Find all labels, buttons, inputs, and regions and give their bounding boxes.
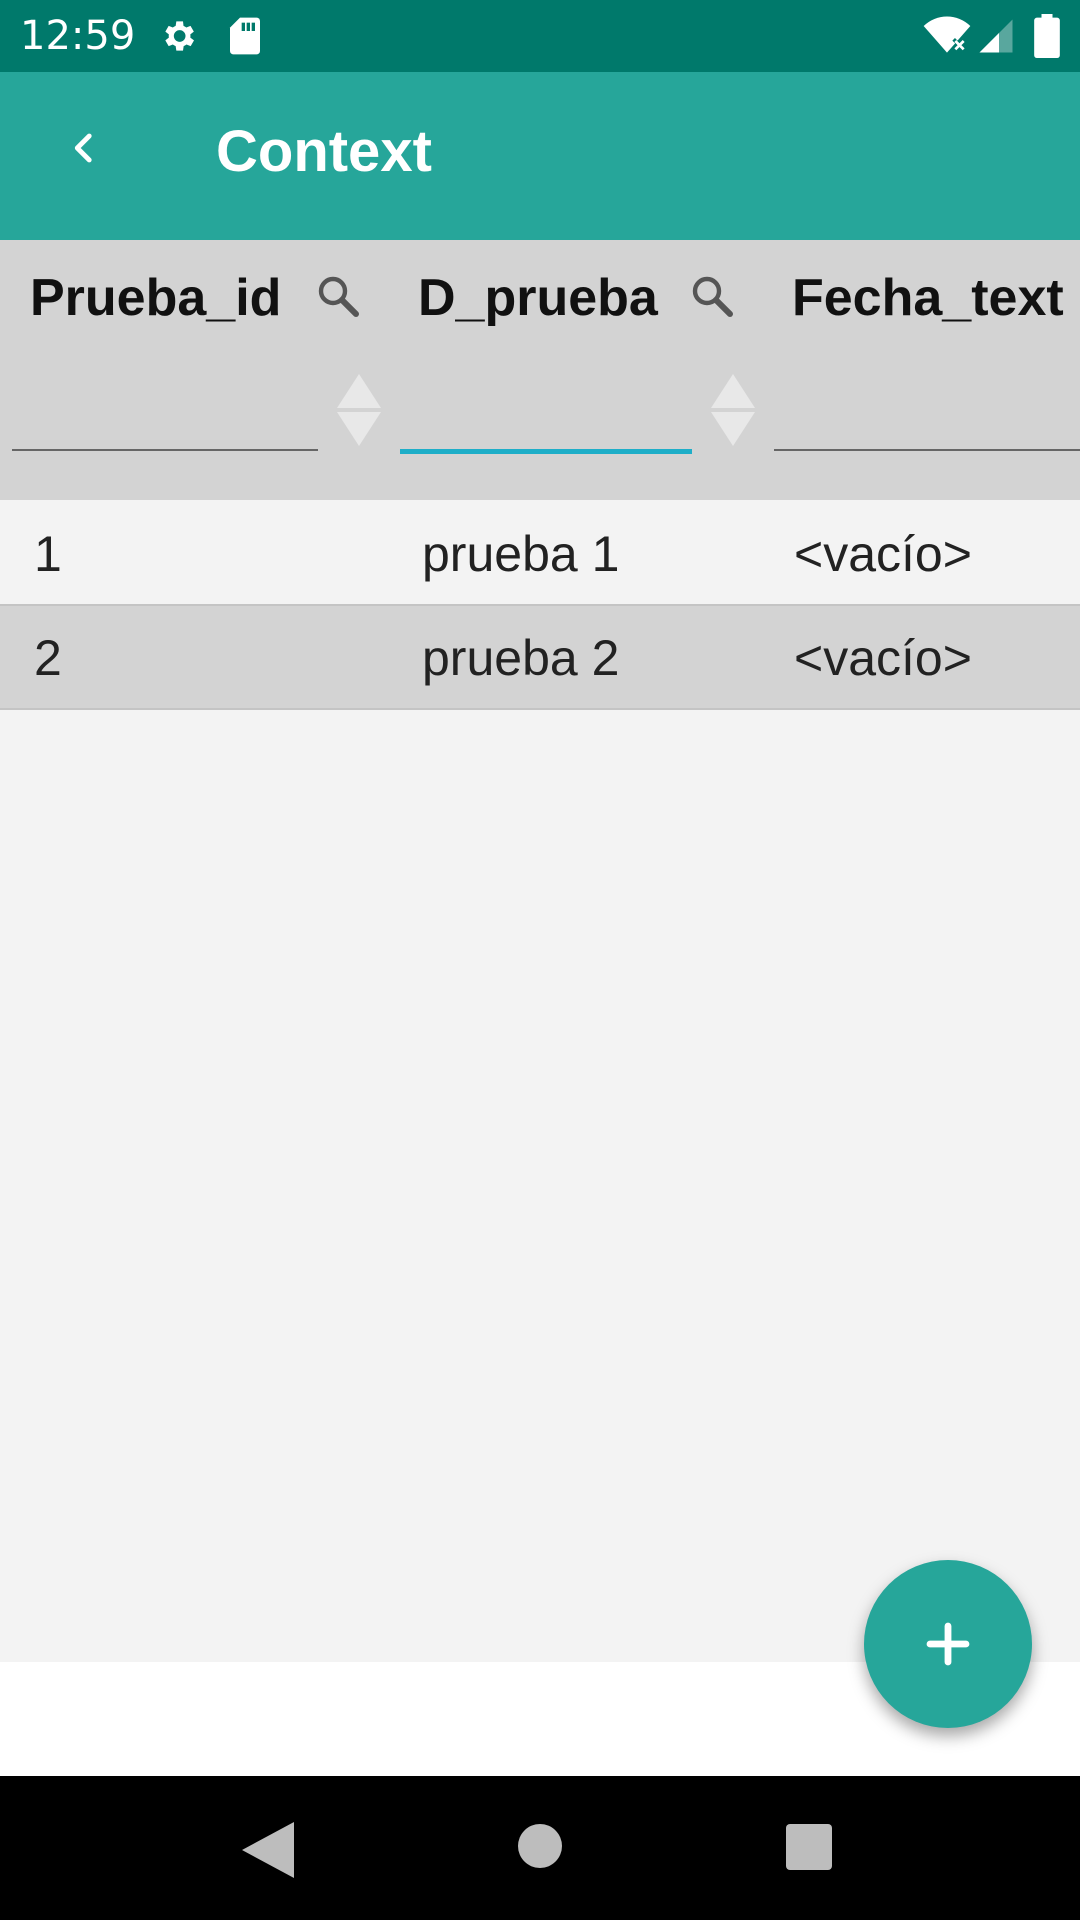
filter-input-d-prueba[interactable] [400, 360, 692, 450]
table-header: Prueba_id D_prueba Fecha_text [0, 240, 1080, 500]
back-button[interactable] [50, 114, 118, 182]
page-title: Context [216, 119, 432, 184]
app-bar: Context [0, 72, 1080, 240]
sort-arrows-icon[interactable] [335, 372, 383, 448]
filter-underline-focused [400, 449, 692, 454]
home-circle-icon[interactable] [518, 1824, 562, 1868]
cell-fecha-text: <vacío> [794, 526, 972, 582]
navigation-bar [0, 1776, 1080, 1920]
cell-fecha-text: <vacío> [794, 630, 972, 686]
column-title-d-prueba: D_prueba [418, 269, 658, 327]
sort-arrows-icon[interactable] [709, 372, 757, 448]
filter-input-prueba-id[interactable] [12, 360, 318, 450]
battery-icon [1034, 14, 1060, 58]
cell-prueba-id: 1 [34, 526, 62, 582]
cell-signal-icon [979, 19, 1013, 53]
filter-input-fecha-text[interactable] [774, 360, 1080, 450]
filter-underline [12, 449, 318, 451]
add-button[interactable] [864, 1560, 1032, 1728]
cell-prueba-id: 2 [34, 630, 62, 686]
column-title-prueba-id: Prueba_id [30, 269, 282, 327]
status-bar: 12:59 [0, 0, 1080, 72]
wifi-off-icon [923, 16, 971, 53]
search-icon[interactable] [688, 272, 736, 320]
table-row[interactable]: 2 prueba 2 <vacío> [0, 604, 1080, 710]
chevron-left-icon [74, 133, 92, 163]
status-time: 12:59 [20, 13, 136, 59]
table-row[interactable]: 1 prueba 1 <vacío> [0, 502, 1080, 608]
search-icon[interactable] [314, 272, 362, 320]
recents-square-icon[interactable] [786, 1824, 832, 1870]
plus-icon [926, 1622, 970, 1666]
sd-card-icon [230, 17, 260, 55]
column-title-fecha-text: Fecha_text [792, 269, 1064, 327]
cell-d-prueba: prueba 2 [422, 630, 620, 686]
cell-d-prueba: prueba 1 [422, 526, 620, 582]
gear-icon [165, 21, 194, 51]
back-triangle-icon[interactable] [240, 1820, 296, 1880]
filter-underline [774, 449, 1080, 451]
